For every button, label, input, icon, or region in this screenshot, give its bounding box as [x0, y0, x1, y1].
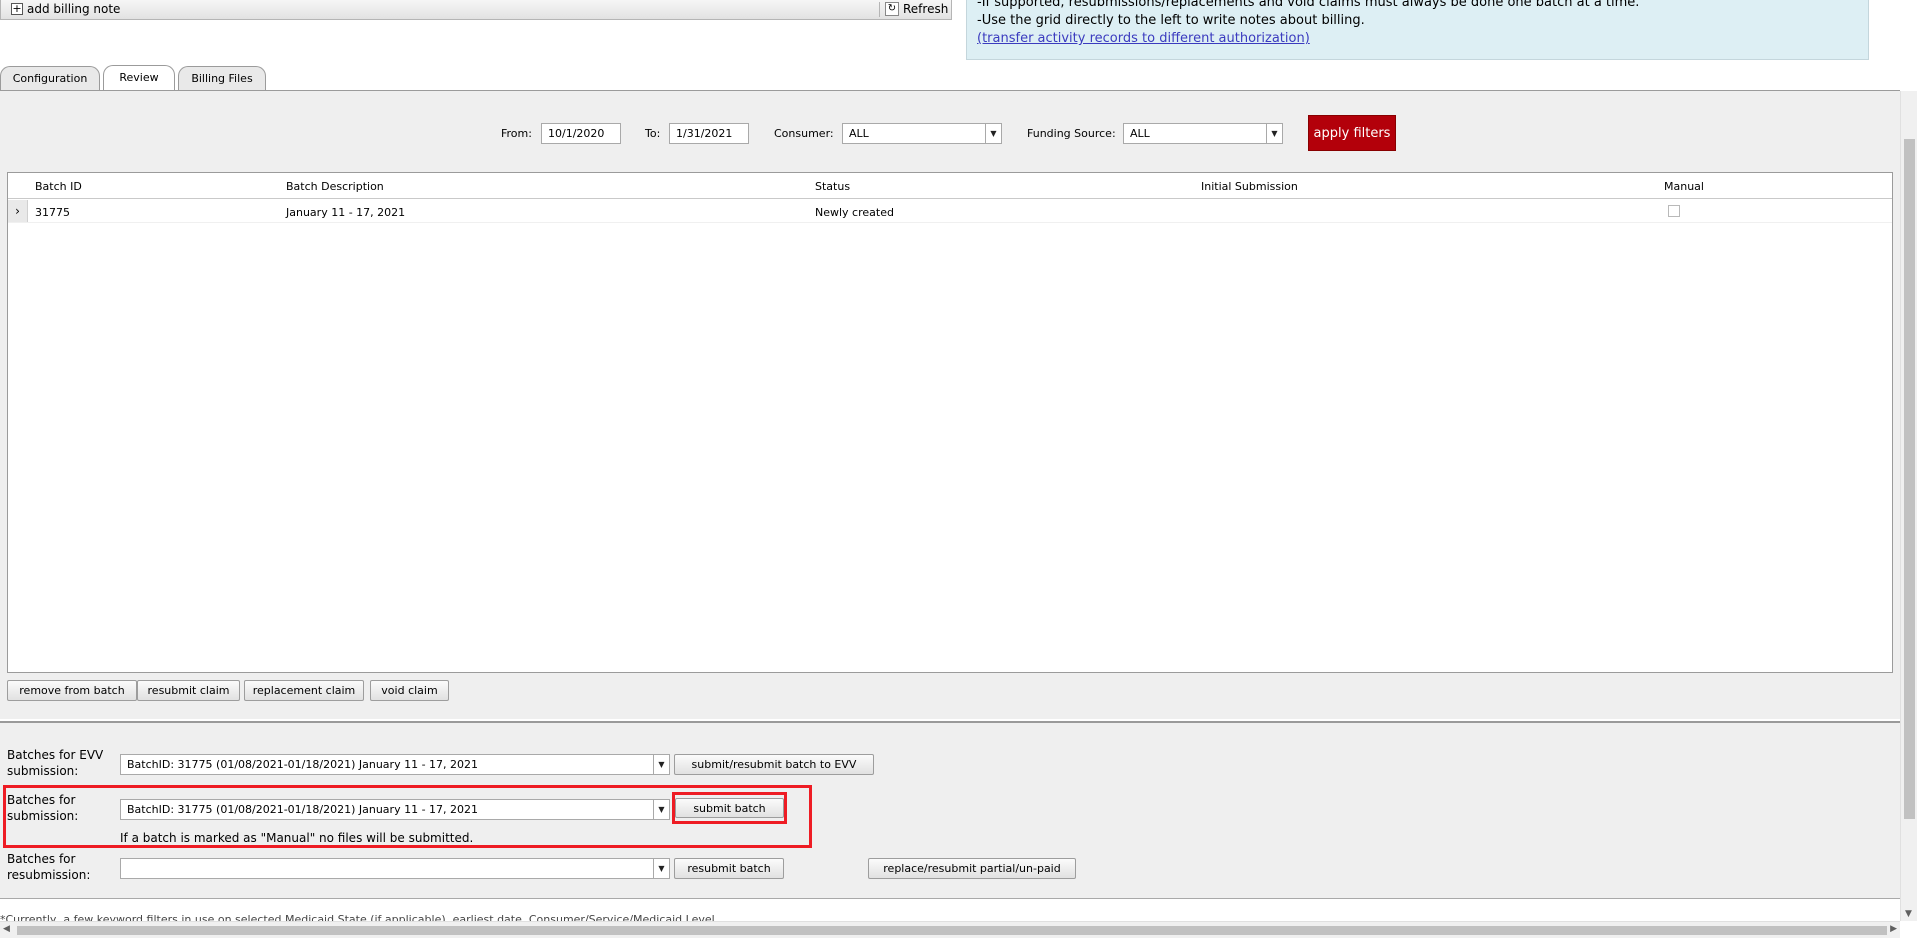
evv-batch-select[interactable]: BatchID: 31775 (01/08/2021-01/18/2021) J…: [120, 754, 670, 775]
dropdown-arrow-icon[interactable]: ▼: [1266, 124, 1282, 143]
horizontal-scrollbar[interactable]: ◀ ▶: [0, 921, 1900, 938]
to-date-input[interactable]: 1/31/2021: [669, 123, 749, 144]
billing-note-toolbar: + add billing note ↻ Refresh: [0, 0, 952, 20]
panel-divider: [0, 898, 1900, 899]
apply-filters-button[interactable]: apply filters: [1308, 115, 1396, 151]
evv-batches-label: Batches for EVV submission:: [7, 748, 104, 778]
tab-configuration[interactable]: Configuration: [0, 66, 100, 90]
consumer-select-value: ALL: [849, 127, 869, 140]
refresh-icon: ↻: [885, 2, 899, 16]
scroll-right-icon[interactable]: ▶: [1890, 924, 1897, 934]
add-billing-note-button[interactable]: + add billing note: [11, 0, 120, 18]
from-label: From:: [501, 127, 532, 140]
table-row-divider: [8, 222, 1892, 223]
tab-review[interactable]: Review: [103, 65, 175, 90]
remove-from-batch-button[interactable]: remove from batch: [7, 680, 137, 701]
horizontal-scroll-thumb[interactable]: [17, 926, 1887, 935]
add-billing-note-label: add billing note: [27, 2, 121, 16]
column-header-initial-submission[interactable]: Initial Submission: [1201, 180, 1298, 193]
column-header-status[interactable]: Status: [815, 180, 850, 193]
refresh-label: Refresh: [903, 2, 949, 16]
resubmission-batch-select[interactable]: ▼: [120, 858, 670, 879]
cell-batch-description[interactable]: January 11 - 17, 2021: [286, 206, 405, 219]
dropdown-arrow-icon[interactable]: ▼: [985, 124, 1001, 143]
funding-source-select[interactable]: ALL ▼: [1123, 123, 1283, 144]
scroll-down-icon[interactable]: ▼: [1905, 909, 1912, 919]
toolbar-separator: [879, 2, 880, 17]
dropdown-arrow-icon[interactable]: ▼: [653, 755, 669, 774]
dropdown-arrow-icon[interactable]: ▼: [653, 859, 669, 878]
vertical-scrollbar[interactable]: ▼: [1900, 91, 1917, 921]
cell-batch-id[interactable]: 31775: [35, 206, 70, 219]
funding-source-label: Funding Source:: [1027, 127, 1116, 140]
grid-header: Batch ID Batch Description Status Initia…: [8, 173, 1892, 199]
plus-icon: +: [11, 2, 23, 15]
tab-billing-files[interactable]: Billing Files: [178, 66, 266, 90]
manual-checkbox[interactable]: [1668, 205, 1680, 217]
resubmit-claim-button[interactable]: resubmit claim: [137, 680, 240, 701]
evv-batch-select-value: BatchID: 31775 (01/08/2021-01/18/2021) J…: [127, 758, 479, 771]
from-date-input[interactable]: 10/1/2020: [541, 123, 621, 144]
submit-resubmit-evv-button[interactable]: submit/resubmit batch to EVV: [674, 754, 874, 775]
scroll-left-icon[interactable]: ◀: [3, 924, 10, 934]
funding-source-select-value: ALL: [1130, 127, 1150, 140]
resubmit-batch-button[interactable]: resubmit batch: [674, 858, 784, 879]
info-line-2: -Use the grid directly to the left to wr…: [977, 13, 1365, 28]
to-label: To:: [645, 127, 661, 140]
consumer-label: Consumer:: [774, 127, 834, 140]
info-line-1: -If supported, resubmissions/replacement…: [977, 0, 1640, 10]
cell-status[interactable]: Newly created: [815, 206, 894, 219]
chevron-right-icon[interactable]: ›: [8, 200, 28, 222]
info-panel: -If supported, resubmissions/replacement…: [966, 0, 1869, 60]
column-header-batch-id[interactable]: Batch ID: [35, 180, 82, 193]
transfer-activity-link[interactable]: (transfer activity records to different …: [977, 31, 1310, 46]
void-claim-button[interactable]: void claim: [370, 680, 449, 701]
column-header-batch-description[interactable]: Batch Description: [286, 180, 384, 193]
submit-batch-highlight-box: [672, 792, 787, 824]
column-header-manual[interactable]: Manual: [1664, 180, 1704, 193]
consumer-select[interactable]: ALL ▼: [842, 123, 1002, 144]
batch-grid: Batch ID Batch Description Status Initia…: [7, 172, 1893, 673]
replace-resubmit-partial-button[interactable]: replace/resubmit partial/un-paid: [868, 858, 1076, 879]
vertical-scroll-thumb[interactable]: [1904, 139, 1915, 819]
refresh-button[interactable]: ↻ Refresh: [885, 0, 948, 18]
resubmission-batches-label: Batches for resubmission:: [7, 852, 91, 882]
replacement-claim-button[interactable]: replacement claim: [244, 680, 364, 701]
